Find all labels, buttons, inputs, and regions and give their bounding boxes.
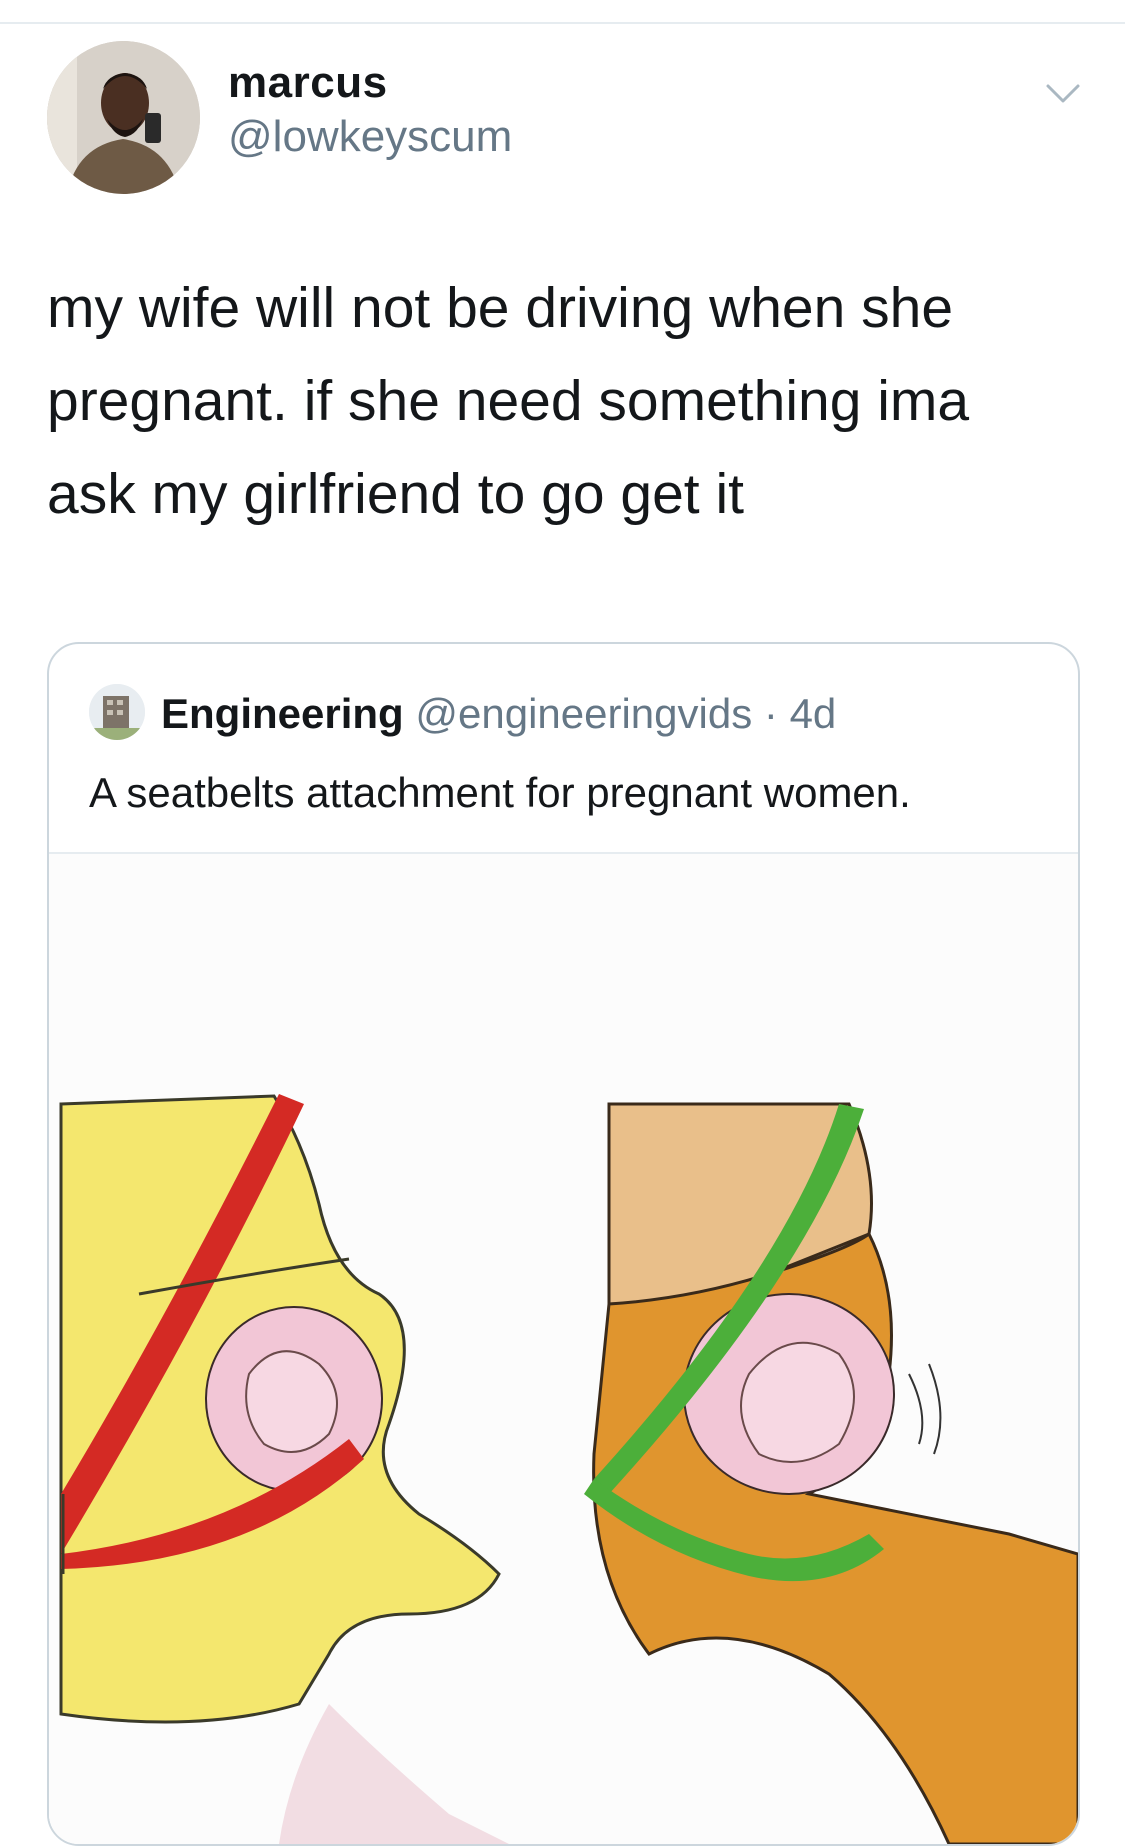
- author-handle[interactable]: @lowkeyscum: [228, 112, 512, 162]
- tweet-text-line: ask my girlfriend to go get it: [47, 462, 744, 526]
- quoted-author-handle[interactable]: @engineeringvids: [415, 690, 752, 737]
- quoted-author-avatar[interactable]: [89, 684, 145, 740]
- separator-dot: ·: [763, 690, 778, 737]
- quoted-author-name[interactable]: Engineering: [161, 690, 404, 737]
- chevron-down-icon[interactable]: [1040, 70, 1086, 116]
- quoted-media-image[interactable]: [49, 854, 1078, 1844]
- tweet-text: my wife will not be driving when she pre…: [47, 262, 1087, 541]
- author-name[interactable]: marcus: [228, 58, 388, 108]
- tweet-text-line: my wife will not be driving when she: [47, 276, 954, 340]
- quoted-timestamp[interactable]: 4d: [790, 690, 837, 737]
- tweet-text-line: pregnant. if she need something ima: [47, 369, 970, 433]
- top-divider: [0, 22, 1125, 24]
- quoted-text: A seatbelts attachment for pregnant wome…: [89, 769, 911, 816]
- seatbelt-illustration: [49, 854, 1078, 1844]
- quoted-tweet-card[interactable]: Engineering @engineeringvids · 4d A seat…: [47, 642, 1080, 1846]
- author-avatar[interactable]: [47, 41, 200, 194]
- quoted-header: Engineering @engineeringvids · 4d: [161, 690, 836, 738]
- building-icon: [89, 684, 145, 740]
- profile-photo-icon: [47, 41, 200, 194]
